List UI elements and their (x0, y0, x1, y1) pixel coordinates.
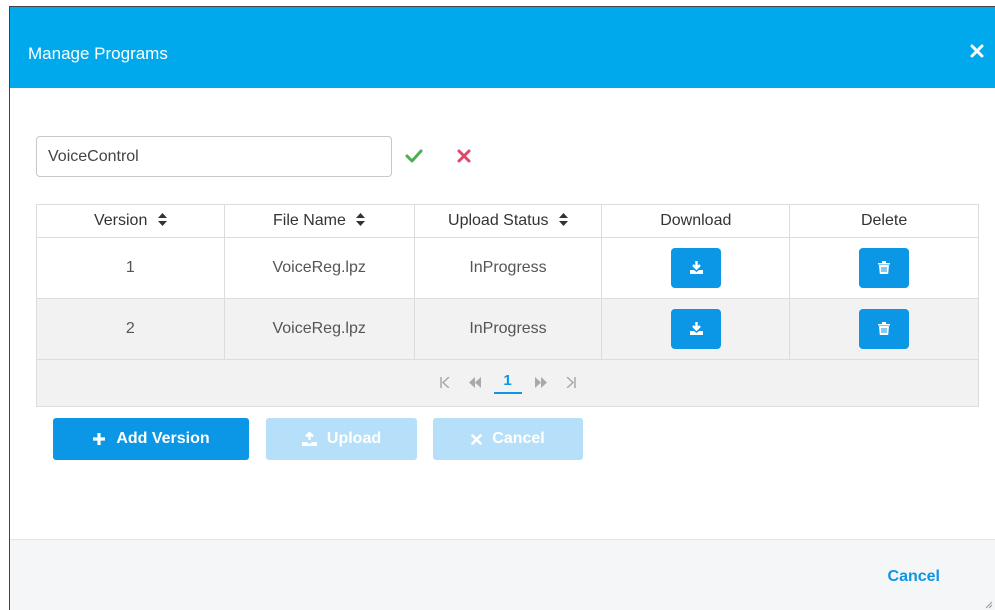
column-header-upload-status[interactable]: Upload Status (413, 204, 603, 238)
table-header-row: Version File Name Upload Status Download… (36, 204, 979, 238)
plus-icon (93, 433, 106, 445)
upload-status-cell: InProgress (413, 237, 603, 299)
delete-button[interactable] (859, 248, 910, 288)
download-cell (601, 298, 791, 360)
dialog-title: Manage Programs (28, 44, 168, 63)
close-icon[interactable] (970, 44, 986, 60)
versions-table: Version File Name Upload Status Download… (36, 204, 979, 407)
footer-cancel-button[interactable]: Cancel (888, 568, 940, 586)
upload-icon (301, 432, 317, 446)
x-icon (471, 433, 483, 445)
pagination: 1 (430, 372, 586, 394)
download-icon (689, 261, 703, 274)
checkmark-icon[interactable] (405, 149, 423, 163)
dialog-footer: Cancel (10, 539, 995, 610)
sort-icon (157, 213, 167, 226)
download-button[interactable] (670, 248, 721, 288)
version-cell: 2 (36, 298, 225, 360)
x-icon[interactable] (457, 149, 471, 163)
current-page[interactable]: 1 (493, 372, 522, 394)
column-header-version[interactable]: Version (36, 204, 225, 238)
download-icon (689, 322, 703, 335)
table-row: 2 VoiceReg.lpz InProgress (36, 298, 979, 360)
column-header-file-name[interactable]: File Name (223, 204, 415, 238)
last-page-icon[interactable] (556, 375, 586, 392)
upload-button[interactable]: Upload (266, 418, 417, 460)
trash-icon (878, 261, 891, 274)
table-row: 1 VoiceReg.lpz InProgress (36, 237, 979, 299)
delete-cell (789, 237, 979, 299)
version-cell: 1 (36, 237, 225, 299)
add-version-button[interactable]: Add Version (53, 418, 249, 460)
next-page-icon[interactable] (526, 375, 556, 392)
trash-icon (878, 322, 891, 335)
manage-programs-dialog: Manage Programs Version File Name Upload (9, 6, 995, 610)
pagination-row: 1 (36, 359, 979, 407)
pagination-cell: 1 (36, 359, 979, 407)
dialog-header: Manage Programs (10, 7, 995, 88)
file-name-cell: VoiceReg.lpz (223, 237, 415, 299)
delete-button[interactable] (859, 309, 910, 349)
sort-icon (558, 213, 568, 226)
download-button[interactable] (670, 309, 721, 349)
resize-grip-icon[interactable] (985, 601, 993, 609)
delete-cell (789, 298, 979, 360)
download-cell (601, 237, 791, 299)
first-page-icon[interactable] (430, 375, 460, 392)
file-name-cell: VoiceReg.lpz (223, 298, 415, 360)
sort-icon (356, 213, 366, 226)
cancel-upload-button[interactable]: Cancel (433, 418, 583, 460)
column-header-download: Download (601, 204, 791, 238)
program-name-input[interactable] (36, 136, 392, 177)
previous-page-icon[interactable] (460, 375, 490, 392)
column-header-delete: Delete (789, 204, 979, 238)
upload-status-cell: InProgress (413, 298, 603, 360)
